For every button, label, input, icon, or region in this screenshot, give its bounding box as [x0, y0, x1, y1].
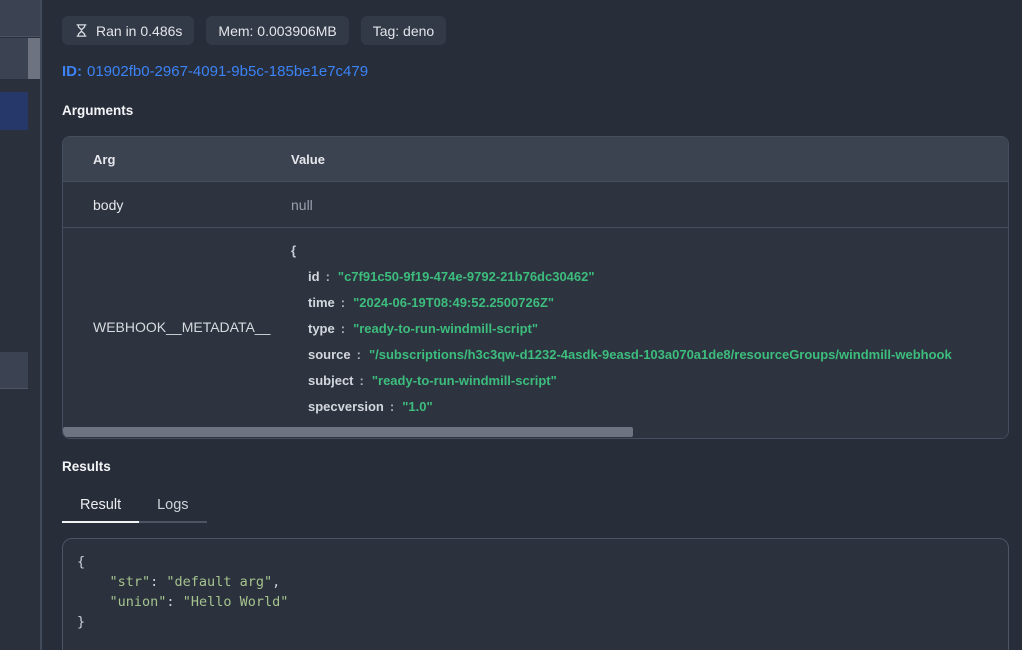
job-id-link[interactable]: 01902fb0-2967-4091-9b5c-185be1e7c479 — [87, 63, 368, 80]
json-value: "2024-06-19T08:49:52.2500726Z" — [353, 295, 554, 310]
json-open-brace: { — [291, 238, 1008, 264]
scrollbar-thumb[interactable] — [63, 427, 633, 437]
arg-name: WEBHOOK__METADATA__ — [63, 228, 291, 425]
json-value: "c7f91c50-9f19-474e-9792-21b76dc30462" — [338, 269, 595, 284]
code-value: "Hello World" — [183, 594, 289, 610]
code-comma: , — [272, 574, 280, 590]
json-key: subject — [308, 373, 354, 388]
memory-badge: Mem: 0.003906MB — [206, 16, 348, 45]
json-entry: time: "2024-06-19T08:49:52.2500726Z" — [291, 290, 1008, 316]
table-row: body null — [63, 181, 1008, 227]
table-row: WEBHOOK__METADATA__ { id: "c7f91c50-9f19-… — [63, 227, 1008, 425]
json-value: "/subscriptions/h3c3qw-d1232-4asdk-9easd… — [369, 347, 952, 362]
json-value: "ready-to-run-windmill-script" — [353, 321, 538, 336]
tab-result[interactable]: Result — [62, 491, 139, 523]
arg-name: body — [63, 197, 291, 213]
code-sep: : — [150, 574, 166, 590]
arg-value-null: null — [291, 197, 1008, 213]
json-colon: : — [357, 347, 361, 362]
panel-scrollbar-thumb[interactable] — [28, 38, 40, 79]
json-key: id — [308, 269, 320, 284]
code-value: "default arg" — [166, 574, 272, 590]
runtime-badge: Ran in 0.486s — [62, 16, 194, 45]
job-run-detail: Ran in 0.486s Mem: 0.003906MB Tag: deno … — [42, 0, 1022, 650]
json-entry: subject: "ready-to-run-windmill-script" — [291, 368, 1008, 394]
tag-badge: Tag: deno — [361, 16, 447, 45]
json-value: "1.0" — [402, 399, 432, 414]
code-indent — [77, 574, 110, 590]
result-json-output: { "str": "default arg", "union": "Hello … — [62, 538, 1009, 650]
results-heading: Results — [62, 459, 1009, 474]
run-stats-badges: Ran in 0.486s Mem: 0.003906MB Tag: deno — [62, 16, 1009, 45]
table-horizontal-scrollbar[interactable] — [63, 425, 1008, 438]
runtime-badge-label: Ran in 0.486s — [96, 23, 182, 39]
column-header-arg: Arg — [63, 152, 291, 167]
job-id-label: ID: — [62, 63, 82, 80]
run-list-item-selected[interactable] — [0, 92, 28, 130]
code-key: "str" — [110, 574, 151, 590]
arguments-table-header: Arg Value — [63, 137, 1008, 181]
arguments-table: Arg Value body null WEBHOOK__METADATA__ … — [62, 136, 1009, 439]
json-key: time — [308, 295, 335, 310]
json-key: source — [308, 347, 351, 362]
tab-logs[interactable]: Logs — [139, 491, 206, 523]
runs-list-panel-edge — [0, 0, 42, 650]
json-value: "ready-to-run-windmill-script" — [372, 373, 557, 388]
code-close-brace: } — [77, 614, 85, 630]
tag-badge-label: Tag: deno — [373, 23, 435, 39]
json-colon: : — [360, 373, 364, 388]
code-key: "union" — [110, 594, 167, 610]
json-entry: source: "/subscriptions/h3c3qw-d1232-4asd… — [291, 342, 1008, 368]
json-colon: : — [326, 269, 330, 284]
run-list-item[interactable] — [0, 0, 40, 37]
json-entry: id: "c7f91c50-9f19-474e-9792-21b76dc30462… — [291, 264, 1008, 290]
arguments-heading: Arguments — [62, 103, 1009, 118]
json-key: type — [308, 321, 335, 336]
job-id-line: ID: 01902fb0-2967-4091-9b5c-185be1e7c479 — [62, 63, 1009, 80]
hourglass-icon — [74, 23, 89, 38]
run-list-item[interactable] — [0, 352, 28, 389]
webhook-metadata-json: { id: "c7f91c50-9f19-474e-9792-21b76dc304… — [291, 228, 1008, 425]
json-key: specversion — [308, 399, 384, 414]
json-entry: specversion: "1.0" — [291, 394, 1008, 420]
code-sep: : — [166, 594, 182, 610]
json-colon: : — [390, 399, 394, 414]
column-header-value: Value — [291, 152, 1008, 167]
json-colon: : — [341, 295, 345, 310]
memory-badge-label: Mem: 0.003906MB — [218, 23, 336, 39]
results-tabs: Result Logs — [62, 491, 1009, 523]
json-colon: : — [341, 321, 345, 336]
code-open-brace: { — [77, 554, 85, 570]
json-entry: type: "ready-to-run-windmill-script" — [291, 316, 1008, 342]
code-indent — [77, 594, 110, 610]
